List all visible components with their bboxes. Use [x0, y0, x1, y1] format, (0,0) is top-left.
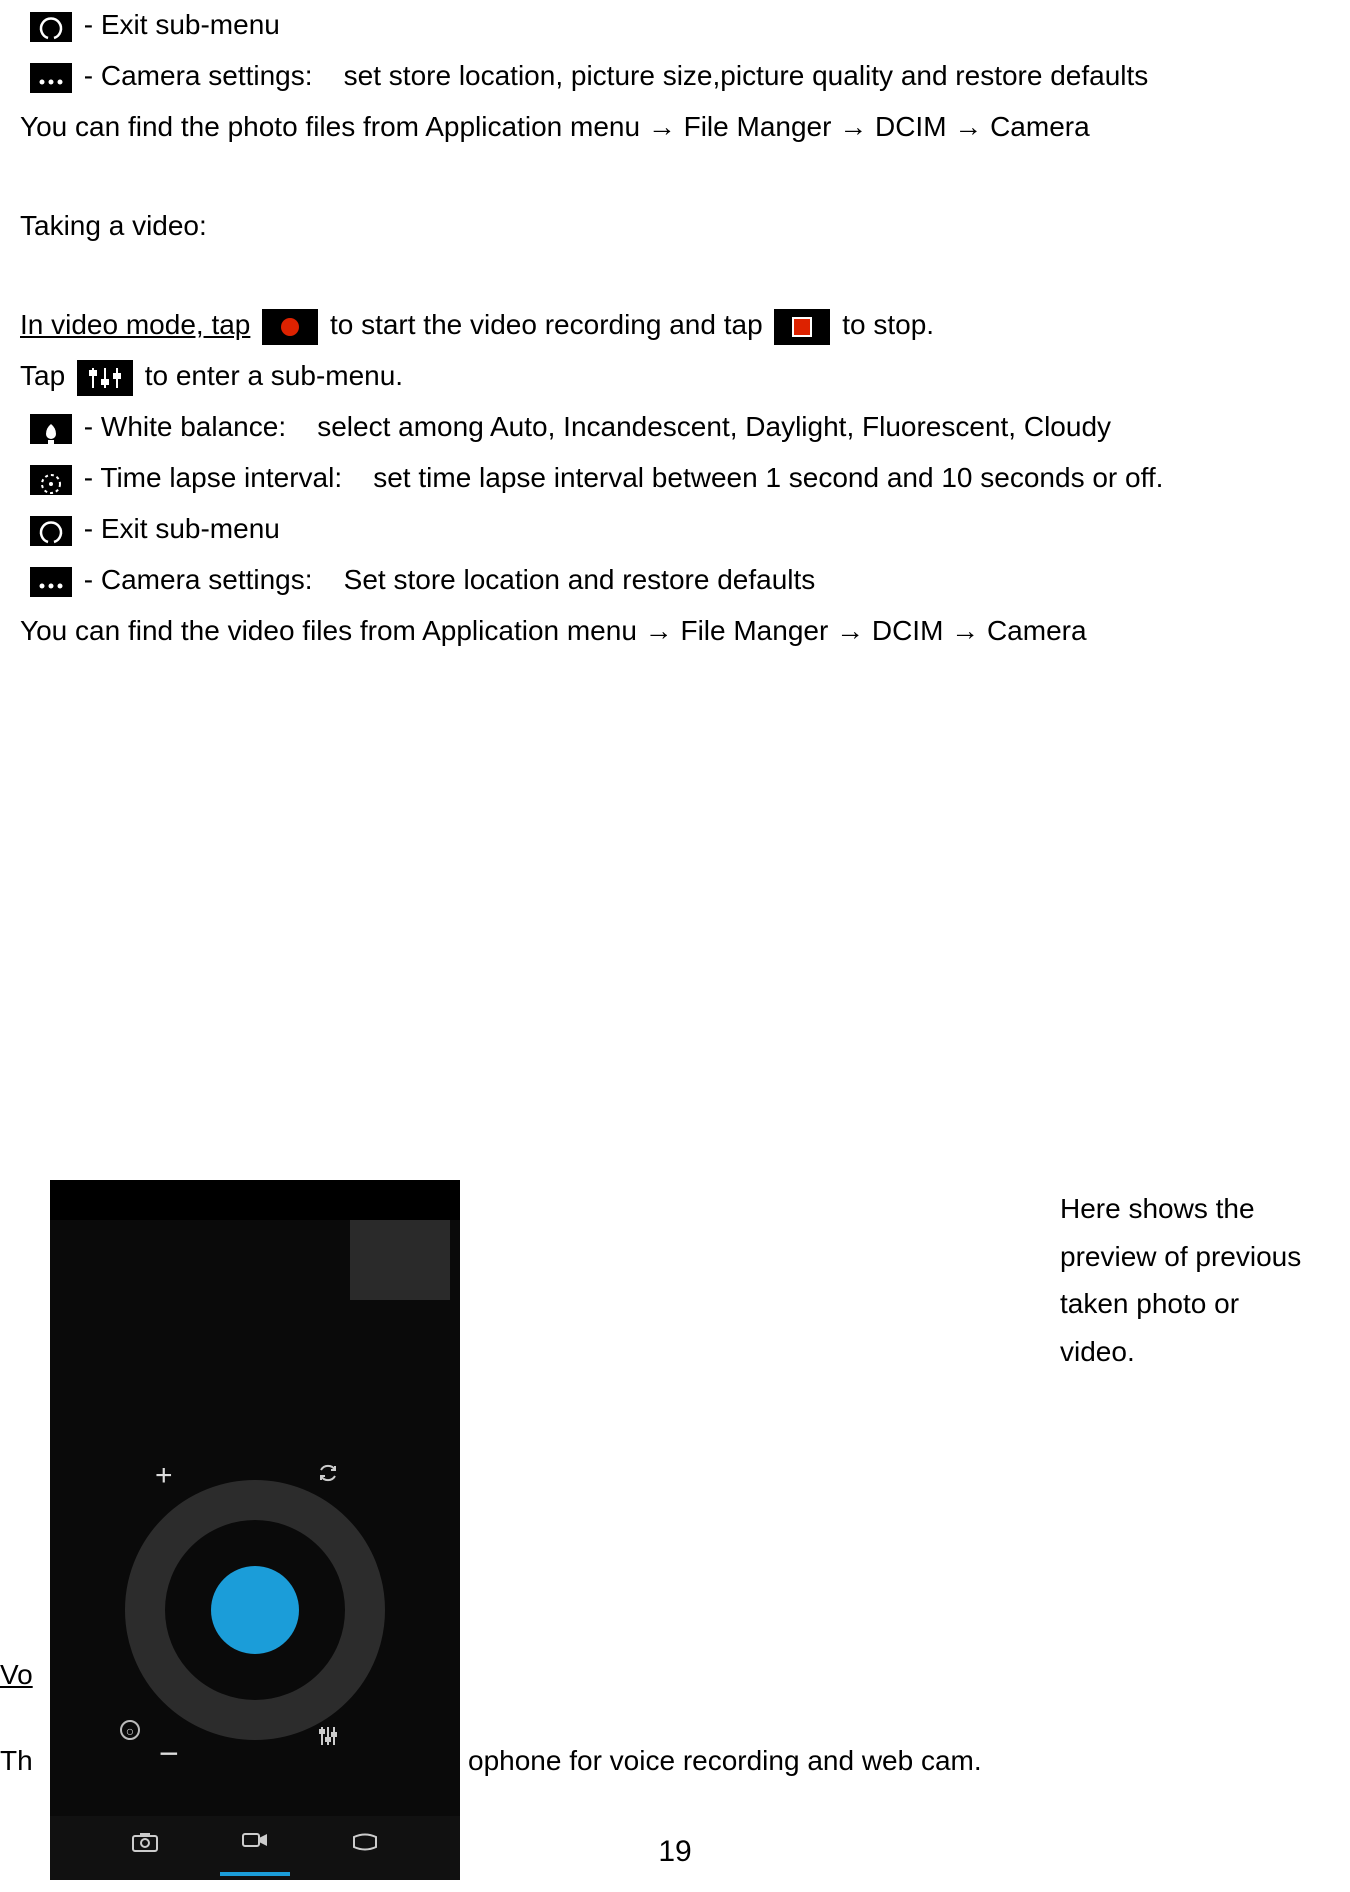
- mode-circle-icon[interactable]: ○: [120, 1720, 140, 1740]
- settings-sliders-icon[interactable]: [315, 1718, 341, 1764]
- status-bar: [50, 1180, 460, 1220]
- th-suffix: ophone for voice recording and web cam.: [468, 1736, 982, 1785]
- stop-icon: [774, 309, 830, 345]
- tap-pre: Tap: [20, 360, 65, 391]
- camera-settings-label-2: - Camera settings:: [84, 564, 313, 595]
- record-icon: [262, 309, 318, 345]
- video-intro-pre: In video mode, tap: [20, 309, 250, 340]
- video-intro-post: to stop.: [842, 309, 934, 340]
- tap-post: to enter a sub-menu.: [145, 360, 403, 391]
- more-icon-2: [30, 567, 72, 597]
- wb-label: - White balance:: [84, 411, 286, 442]
- preview-thumbnail[interactable]: [350, 1220, 450, 1300]
- find-video-path: You can find the video files from Applic…: [20, 606, 1330, 655]
- switch-camera-icon[interactable]: [315, 1455, 341, 1501]
- camera-app-screenshot: + − ○: [50, 1180, 460, 1880]
- white-balance-icon: [30, 414, 72, 444]
- time-lapse-icon: [30, 465, 72, 495]
- camera-settings-label: - Camera settings:: [84, 60, 313, 91]
- shutter-button[interactable]: [211, 1566, 299, 1654]
- wb-desc: select among Auto, Incandescent, Dayligh…: [317, 411, 1111, 442]
- exit-icon-2: [30, 516, 72, 546]
- tl-label: - Time lapse interval:: [84, 462, 342, 493]
- exit-submenu-label: - Exit sub-menu: [84, 9, 280, 40]
- mode-panorama[interactable]: [330, 1822, 400, 1874]
- th-fragment: Th: [0, 1736, 33, 1785]
- mode-photo[interactable]: [110, 1822, 180, 1874]
- camera-settings-desc: set store location, picture size,picture…: [344, 60, 1149, 91]
- minus-icon: −: [159, 1725, 179, 1785]
- page-number: 19: [658, 1826, 691, 1879]
- mode-bar: [50, 1816, 460, 1880]
- video-intro-mid: to start the video recording and tap: [330, 309, 763, 340]
- camera-settings-desc-2: Set store location and restore defaults: [344, 564, 816, 595]
- plus-icon: +: [155, 1450, 173, 1503]
- exit-submenu-label-2: - Exit sub-menu: [84, 513, 280, 544]
- vo-fragment: Vo: [0, 1650, 33, 1699]
- exit-icon: [30, 12, 72, 42]
- sliders-icon: [77, 360, 133, 396]
- find-photo-path: You can find the photo files from Applic…: [20, 102, 1330, 151]
- more-icon: [30, 63, 72, 93]
- mode-video[interactable]: [220, 1820, 290, 1876]
- taking-video-heading: Taking a video:: [20, 201, 1330, 250]
- tl-desc: set time lapse interval between 1 second…: [373, 462, 1163, 493]
- preview-callout: Here shows the preview of previous taken…: [1060, 1185, 1320, 1375]
